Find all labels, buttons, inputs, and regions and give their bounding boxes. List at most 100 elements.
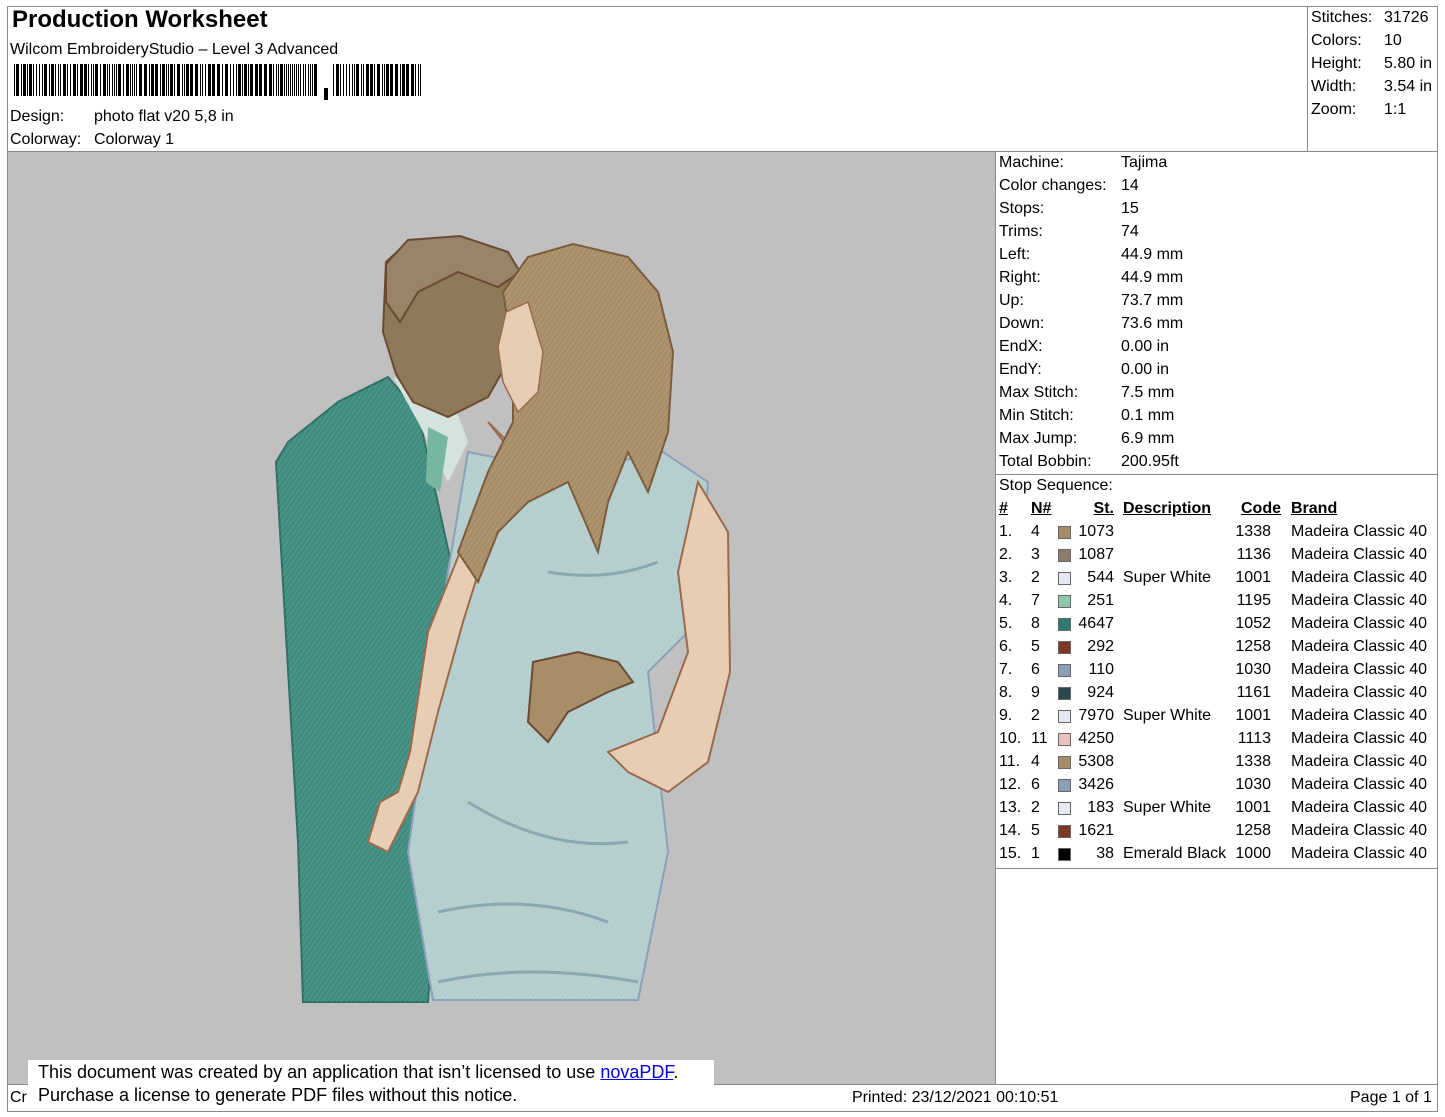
barcode-bar: [162, 64, 165, 96]
row-num: 10.: [999, 730, 1022, 747]
row-stitches: 38: [1096, 845, 1114, 862]
empty-frame: [995, 868, 1438, 1085]
license-notice: This document was created by an applicat…: [28, 1060, 714, 1110]
barcode-bar: [242, 64, 243, 96]
page-title: Production Worksheet: [12, 6, 268, 33]
row-stitches: 4250: [1078, 730, 1114, 747]
barcode-bar: [155, 64, 158, 96]
stop-sequence-row: 4. 7 251 1195 Madeira Classic 40: [999, 592, 1435, 615]
barcode-bar: [200, 64, 201, 96]
row-needle: 2: [1031, 799, 1040, 816]
barcode-bar: [294, 64, 295, 96]
row-stitches: 4647: [1078, 615, 1114, 632]
row-num: 15.: [999, 845, 1022, 862]
barcode-bar: [217, 64, 220, 96]
color-swatch: [1058, 687, 1071, 700]
row-brand: Madeira Classic 40: [1291, 776, 1428, 793]
summary-stitches-value: 31726: [1384, 9, 1429, 26]
row-num: 6.: [999, 638, 1013, 655]
barcode-bar: [305, 64, 306, 96]
barcode-bar: [343, 64, 344, 96]
barcode-bar: [51, 64, 54, 96]
barcode-bar: [123, 64, 124, 96]
barcode-bar: [286, 64, 287, 96]
barcode-bar: [352, 64, 353, 96]
row-code: 1001: [1235, 799, 1271, 816]
row-needle: 5: [1031, 638, 1040, 655]
barcode-bar: [300, 64, 301, 96]
row-code: 1052: [1235, 615, 1271, 632]
barcode-bar: [420, 64, 421, 96]
color-swatch: [1058, 618, 1071, 631]
stop-sequence-row: 5. 8 4647 1052 Madeira Classic 40: [999, 615, 1435, 638]
row-num: 14.: [999, 822, 1022, 839]
barcode-bar: [77, 64, 78, 96]
row-code: 1195: [1236, 592, 1271, 609]
detail-value: 15: [1121, 200, 1139, 217]
detail-label: EndY:: [999, 361, 1042, 378]
row-needle: 6: [1031, 776, 1040, 793]
barcode-bar: [149, 64, 150, 96]
barcode-bar: [70, 64, 71, 96]
barcode-bar: [116, 64, 117, 96]
row-brand: Madeira Classic 40: [1291, 730, 1428, 747]
row-brand: Madeira Classic 40: [1291, 546, 1428, 563]
barcode-bar: [42, 64, 43, 96]
barcode-bar: [349, 64, 350, 96]
row-brand: Madeira Classic 40: [1291, 661, 1428, 678]
row-code: 1338: [1235, 523, 1271, 540]
stop-sequence-row: 3. 2 544 Super White 1001 Madeira Classic 40: [999, 569, 1435, 592]
barcode-bar: [356, 64, 359, 96]
barcode-bar: [166, 64, 167, 96]
row-brand: Madeira Classic 40: [1291, 684, 1428, 701]
stop-sequence-row: 6. 5 292 1258 Madeira Classic 40: [999, 638, 1435, 661]
row-stitches: 924: [1087, 684, 1114, 701]
barcode-bar: [363, 64, 364, 96]
barcode-bar: [238, 64, 241, 96]
row-num: 4.: [999, 592, 1013, 609]
col-num-header: #: [999, 500, 1008, 517]
summary-zoom-value: 1:1: [1384, 101, 1407, 118]
color-swatch: [1058, 733, 1071, 746]
row-num: 11.: [999, 753, 1021, 770]
barcode-bar: [184, 64, 185, 96]
barcode-bar: [14, 64, 15, 96]
barcode-bar: [91, 64, 92, 96]
row-brand: Madeira Classic 40: [1291, 638, 1428, 655]
stop-sequence-row: 15. 1 38 Emerald Black 1000 Madeira Classic 4…: [999, 845, 1435, 868]
notice-line-1: This document was created by an applicat…: [38, 1062, 679, 1082]
barcode-bar: [276, 64, 277, 96]
row-num: 9.: [999, 707, 1013, 724]
barcode-bar: [170, 64, 173, 96]
stop-sequence-row: 10. 11 4250 1113 Madeira Classic 40: [999, 730, 1435, 753]
barcode-bar: [390, 64, 393, 96]
row-stitches: 183: [1087, 799, 1114, 816]
stop-sequence-row: 1. 4 1073 1338 Madeira Classic 40: [999, 523, 1435, 546]
row-code: 1000: [1235, 845, 1271, 862]
summary-height-value: 5.80 in: [1384, 55, 1433, 72]
barcode-bar: [340, 64, 341, 96]
detail-label: Up:: [999, 292, 1024, 309]
detail-value: 0.00 in: [1121, 338, 1170, 355]
novapdf-link[interactable]: novaPDF: [600, 1062, 673, 1082]
stop-sequence-row: 13. 2 183 Super White 1001 Madeira Classic 40: [999, 799, 1435, 822]
barcode-bar: [377, 64, 380, 96]
detail-label: Machine:: [999, 154, 1064, 171]
barcode-bar: [100, 64, 101, 96]
row-stitches: 251: [1087, 592, 1114, 609]
barcode-bar: [16, 64, 19, 96]
color-swatch: [1058, 526, 1071, 539]
row-description: Super White: [1123, 707, 1212, 724]
design-value: photo flat v20 5,8 in: [94, 108, 234, 125]
barcode-bar: [288, 64, 289, 96]
barcode-bar: [418, 64, 419, 96]
barcode-bar: [186, 64, 189, 96]
row-stitches: 544: [1087, 569, 1114, 586]
printed-timestamp: Printed: 23/12/2021 00:10:51: [852, 1089, 1059, 1106]
barcode-bar: [126, 64, 129, 96]
barcode-bar: [80, 64, 83, 96]
tie-shape: [426, 427, 448, 492]
barcode-bar: [134, 64, 135, 96]
detail-label: Right:: [999, 269, 1041, 286]
barcode-bar: [236, 64, 237, 96]
